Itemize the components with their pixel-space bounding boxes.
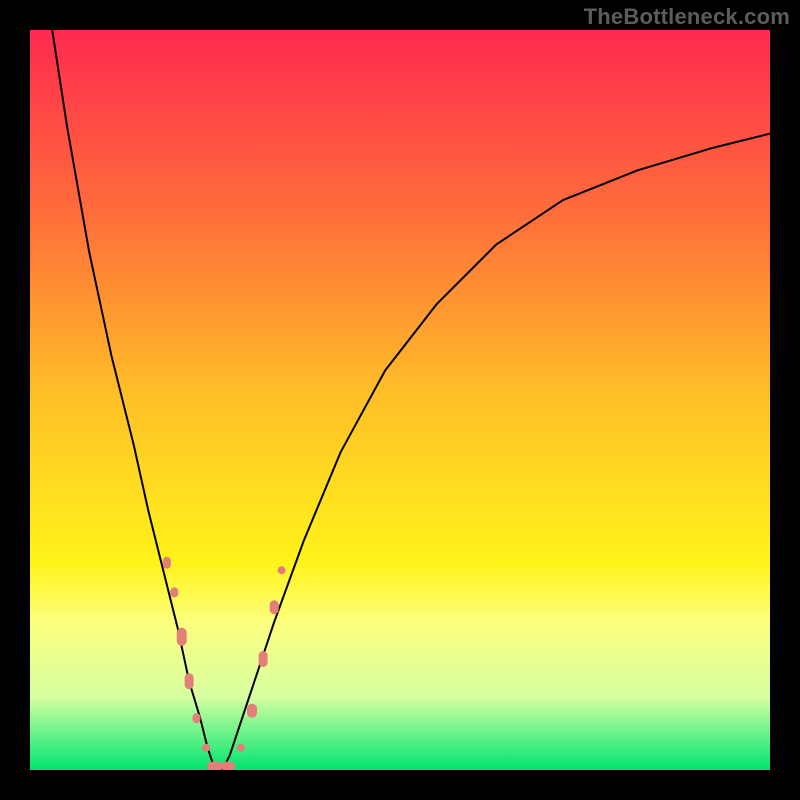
data-marker	[247, 704, 257, 718]
plot-area	[30, 30, 770, 770]
data-marker	[237, 744, 245, 752]
data-marker	[170, 587, 178, 597]
data-marker	[259, 651, 268, 667]
data-marker	[185, 673, 194, 689]
data-marker	[278, 566, 286, 574]
data-marker	[177, 628, 187, 646]
data-marker	[270, 600, 279, 614]
chart-frame: TheBottleneck.com	[0, 0, 800, 800]
watermark-text: TheBottleneck.com	[584, 4, 790, 30]
data-marker	[163, 557, 171, 569]
data-marker	[193, 713, 201, 723]
data-marker	[221, 762, 235, 770]
data-marker	[202, 744, 210, 752]
data-marker	[207, 762, 223, 770]
background-gradient	[30, 30, 770, 770]
chart-svg	[30, 30, 770, 770]
